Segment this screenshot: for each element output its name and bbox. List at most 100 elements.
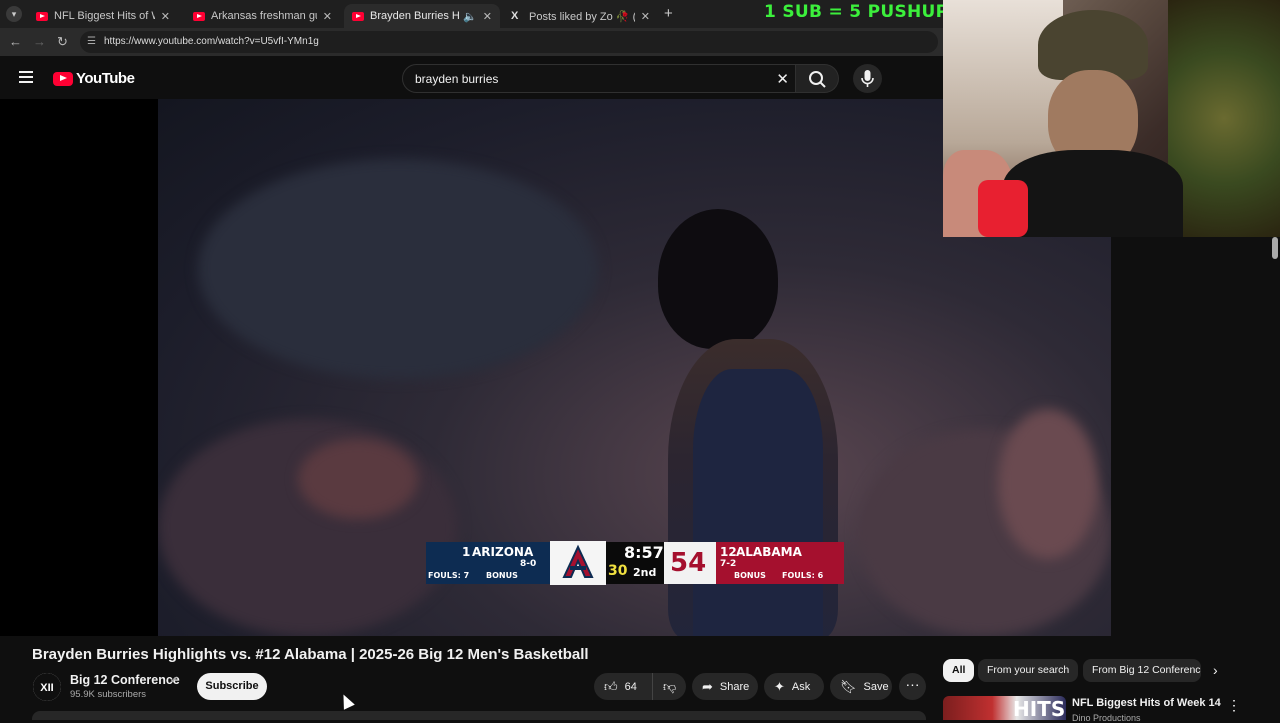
christmas-tree — [1168, 0, 1280, 237]
site-info-icon[interactable]: ☰ — [87, 36, 96, 47]
like-count: 64 — [624, 680, 637, 693]
tab-title: Brayden Burries Highlights — [370, 10, 460, 22]
search-input[interactable]: brayden burries ✕ — [402, 64, 796, 93]
crowd-area — [998, 409, 1098, 559]
video-title: Brayden Burries Highlights vs. #12 Alaba… — [32, 646, 589, 663]
subscriber-count: 95.9K subscribers — [70, 689, 147, 700]
channel-name[interactable]: Big 12 Conference — [70, 673, 180, 687]
away-bonus: BONUS — [486, 571, 518, 580]
scoreboard-away: 1 ARIZONA 8-0 FOULS: 7 BONUS — [426, 542, 550, 584]
save-button[interactable]: 🔖︎ Save — [830, 673, 892, 700]
chip-from-channel[interactable]: From Big 12 Conference — [1083, 659, 1201, 682]
streamer-webcam-overlay — [943, 0, 1280, 237]
scrollbar-thumb[interactable] — [1272, 237, 1278, 259]
tab-close-icon[interactable]: ✕ — [161, 10, 170, 23]
away-fouls: FOULS: 7 — [428, 571, 470, 580]
crowd-area — [198, 159, 598, 379]
recommendation-thumbnail[interactable]: HITS — [943, 696, 1066, 720]
tab-title: Arkansas freshman guard Darius — [211, 10, 317, 22]
clear-search-icon[interactable]: ✕ — [776, 70, 789, 88]
browser-address-toolbar: ← → ↻ ☰ https://www.youtube.com/watch?v=… — [0, 28, 943, 56]
browser-tab[interactable]: NFL Biggest Hits of Week 14 - Y ✕ — [28, 4, 178, 28]
thumbs-up-icon: 👍︎ — [604, 678, 618, 694]
scoreboard-overlay: 1 ARIZONA 8-0 FOULS: 7 BONUS 8:57 30 2nd… — [426, 541, 844, 585]
x-favicon-icon: X — [511, 10, 519, 22]
home-team: ALABAMA — [736, 545, 802, 559]
more-actions-icon[interactable]: ··· — [899, 673, 926, 700]
browser-tab[interactable]: X Posts liked by Zo 🥀 (@alonzo_ ✕ — [503, 4, 658, 28]
share-button[interactable]: ➦ Share — [692, 673, 758, 700]
tab-close-icon[interactable]: ✕ — [323, 10, 332, 23]
away-score: 30 — [608, 563, 628, 579]
hamburger-menu-icon[interactable] — [19, 71, 33, 83]
browser-tab-active[interactable]: Brayden Burries Highlights 🔈 ✕ — [344, 4, 500, 28]
thumbs-down-icon: 👎︎ — [663, 678, 677, 694]
chair — [978, 180, 1028, 237]
period: 2nd — [633, 566, 657, 579]
youtube-logo[interactable]: YouTube — [53, 70, 135, 87]
mouse-cursor-icon — [338, 691, 355, 710]
home-bonus: BONUS — [734, 571, 766, 580]
share-arrow-icon: ➦ — [702, 678, 713, 694]
tab-title: NFL Biggest Hits of Week 14 - Y — [54, 10, 155, 22]
home-rank: 12 — [720, 545, 737, 559]
scoreboard-home-score: 54 — [664, 542, 716, 584]
tab-audio-icon[interactable]: 🔈 — [463, 10, 477, 23]
arizona-logo-icon — [550, 541, 606, 585]
recommendation-channel: Dino Productions — [1072, 713, 1141, 723]
channel-avatar[interactable]: XII — [33, 673, 61, 701]
sparkle-icon: ✦ — [774, 678, 785, 694]
voice-search-button[interactable] — [853, 64, 882, 93]
home-record: 7-2 — [720, 559, 737, 569]
svg-text:XII: XII — [40, 682, 53, 694]
bookmark-icon: 🔖︎ — [840, 678, 857, 694]
youtube-play-logo-icon — [53, 71, 73, 86]
youtube-favicon-icon — [36, 11, 48, 21]
away-rank: 1 — [462, 545, 471, 559]
url-text: https://www.youtube.com/watch?v=U5vfI-YM… — [104, 36, 319, 47]
tab-title: Posts liked by Zo 🥀 (@alonzo_ — [529, 10, 635, 23]
youtube-header: YouTube brayden burries ✕ — [0, 57, 943, 99]
game-clock: 8:57 — [624, 543, 664, 562]
scoreboard-clock: 8:57 30 2nd — [606, 542, 664, 584]
away-team: ARIZONA — [472, 545, 534, 559]
like-button[interactable]: 👍︎ 64 — [594, 673, 652, 700]
youtube-favicon-icon — [352, 11, 364, 21]
basketball-player-figure — [658, 209, 778, 349]
forward-arrow-icon[interactable]: → — [33, 34, 46, 49]
secondary-column — [1111, 237, 1280, 636]
tab-close-icon[interactable]: ✕ — [483, 10, 492, 23]
browser-tab[interactable]: Arkansas freshman guard Darius ✕ — [185, 4, 340, 28]
search-icon — [809, 71, 826, 88]
kebab-menu-icon[interactable]: ⋮ — [1227, 697, 1241, 714]
ask-label: Ask — [791, 680, 811, 693]
stream-promo-overlay: 1 SUB = 5 PUSHUPS — [764, 2, 961, 22]
search-button[interactable] — [796, 64, 839, 93]
save-label: Save — [863, 680, 889, 693]
home-score: 54 — [670, 548, 707, 578]
ask-button[interactable]: ✦ Ask — [764, 673, 824, 700]
description-box[interactable] — [32, 711, 926, 720]
share-label: Share — [719, 680, 750, 693]
scoreboard-home: 12 ALABAMA 7-2 BONUS FOULS: 6 — [716, 542, 844, 584]
tab-close-icon[interactable]: ✕ — [641, 10, 650, 23]
streamer-shirt — [1003, 150, 1183, 237]
home-fouls: FOULS: 6 — [782, 571, 824, 580]
chip-from-your-search[interactable]: From your search — [978, 659, 1079, 682]
tab-search-chevron-icon[interactable]: ▾ — [6, 6, 22, 22]
away-record: 8-0 — [520, 559, 537, 569]
chevron-right-icon[interactable]: › — [1213, 662, 1218, 678]
dislike-button[interactable]: 👎︎ — [652, 673, 686, 700]
youtube-favicon-icon — [193, 11, 205, 21]
back-arrow-icon[interactable]: ← — [9, 34, 22, 49]
youtube-logo-text: YouTube — [76, 70, 135, 87]
recommendation-title[interactable]: NFL Biggest Hits of Week 14 — [1072, 697, 1221, 709]
big12-logo-icon: XII — [33, 673, 61, 701]
microphone-icon — [861, 70, 874, 87]
address-bar[interactable]: ☰ https://www.youtube.com/watch?v=U5vfI-… — [80, 31, 938, 53]
basketball-player-figure — [693, 369, 823, 636]
reload-icon[interactable]: ↻ — [57, 34, 68, 50]
subscribe-button[interactable]: Subscribe — [197, 673, 267, 700]
chip-all[interactable]: All — [943, 659, 975, 682]
new-tab-plus-icon[interactable]: + — [664, 5, 673, 22]
